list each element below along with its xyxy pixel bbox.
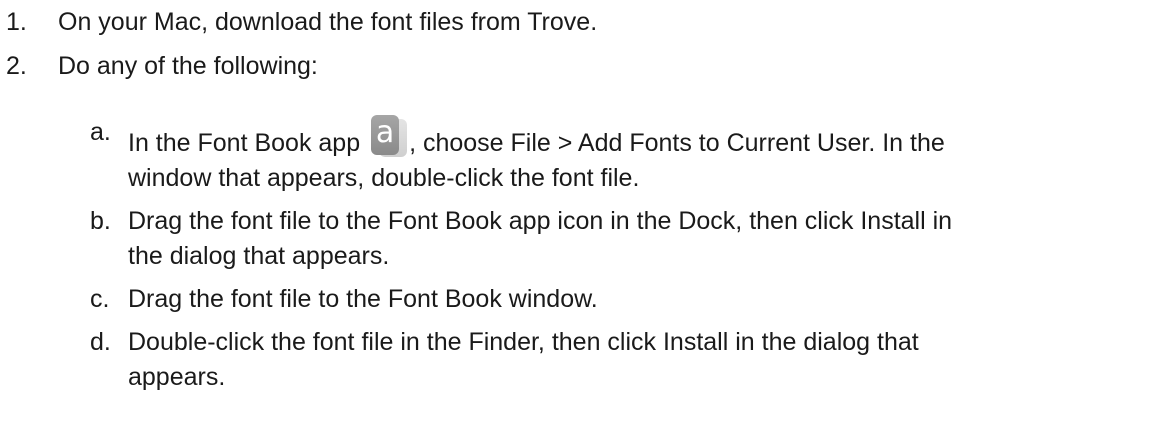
option-c: c. Drag the font file to the Font Book w…: [0, 282, 1175, 317]
step-1: 1. On your Mac, download the font files …: [0, 5, 1175, 49]
step-text: On your Mac, download the font files fro…: [58, 8, 598, 36]
option-letter: c.: [90, 285, 110, 313]
step-number: 2.: [6, 52, 27, 80]
options-list: a. In the Font Book app a , choose File >…: [0, 115, 1175, 395]
option-text: , choose File > Add Fonts to Current Use…: [409, 129, 945, 157]
step-number: 1.: [6, 8, 27, 36]
option-line: appears.: [128, 363, 226, 391]
option-letter: a.: [90, 118, 111, 146]
step-2: 2. Do any of the following:: [0, 49, 1175, 93]
step-text: Do any of the following:: [58, 52, 318, 80]
option-d: d. Double-click the font file in the Fin…: [0, 325, 1175, 395]
option-letter: d.: [90, 328, 111, 356]
option-line: window that appears, double-click the fo…: [128, 164, 640, 192]
option-line: Drag the font file to the Font Book app …: [128, 207, 953, 235]
option-b: b. Drag the font file to the Font Book a…: [0, 204, 1175, 274]
option-a: a. In the Font Book app a , choose File >…: [0, 115, 1175, 196]
instructions-document: 1. On your Mac, download the font files …: [0, 5, 1175, 403]
option-line: Double-click the font file in the Finder…: [128, 328, 919, 356]
option-line: the dialog that appears.: [128, 242, 390, 270]
option-line: Drag the font file to the Font Book wind…: [128, 285, 598, 313]
font-book-app-icon: a: [371, 115, 408, 159]
option-line: In the Font Book app a , choose File > Ad…: [128, 115, 1165, 161]
icon-glyph: a: [371, 115, 400, 155]
option-text: In the Font Book app: [128, 129, 368, 157]
option-letter: b.: [90, 207, 111, 235]
